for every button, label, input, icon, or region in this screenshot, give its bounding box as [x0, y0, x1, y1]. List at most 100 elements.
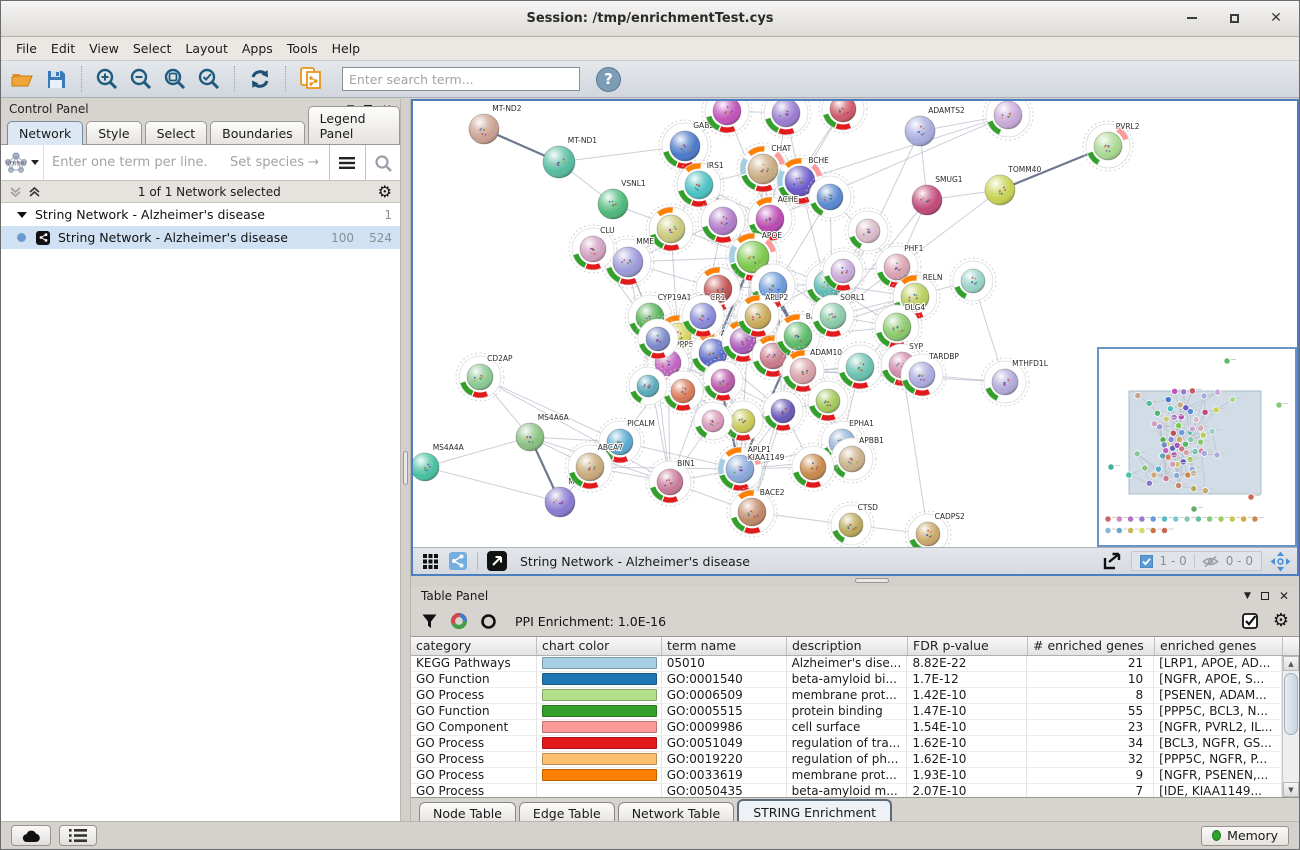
search-input[interactable] [342, 67, 580, 91]
zoom-in-button[interactable] [92, 64, 122, 94]
panel-close-icon[interactable]: ✕ [1279, 589, 1289, 603]
ring-chart-icon[interactable] [480, 613, 497, 630]
network-node[interactable]: SMUG1 [912, 175, 963, 215]
column-header-FDR-p-value[interactable]: FDR p-value [908, 637, 1028, 655]
tab-network[interactable]: Network [7, 121, 83, 145]
string-search-button[interactable] [365, 145, 400, 180]
table-row[interactable]: GO FunctionGO:0001540beta-amyloid bi...1… [411, 672, 1282, 688]
string-protein-query-selector[interactable]: STRING [1, 145, 44, 180]
network-node[interactable]: CTSD [828, 502, 878, 547]
column-header--enriched-genes[interactable]: # enriched genes [1028, 637, 1155, 655]
maximize-button[interactable] [1225, 9, 1243, 27]
hidden-eye-icon[interactable] [1202, 555, 1219, 568]
table-row[interactable]: GO ProcessGO:0019220regulation of ph...1… [411, 752, 1282, 768]
scroll-down-button[interactable]: ▼ [1283, 782, 1299, 797]
expand-all-icon[interactable] [28, 186, 41, 198]
network-node[interactable]: MT-ND2 [469, 104, 522, 144]
network-node[interactable]: APLP1KIAA1149 [715, 444, 785, 494]
minimize-button[interactable] [1183, 9, 1201, 27]
grid-view-button[interactable] [419, 550, 441, 572]
menu-help[interactable]: Help [325, 38, 368, 59]
network-node[interactable]: VSNL1 [598, 179, 646, 219]
network-node[interactable]: MS4A6A [516, 413, 570, 451]
network-node[interactable]: PVRL2 [1083, 121, 1140, 171]
scroll-up-button[interactable]: ▲ [1283, 656, 1299, 671]
network-node[interactable] [983, 101, 1033, 140]
table-row[interactable]: GO ProcessGO:0033619membrane prot...1.93… [411, 768, 1282, 784]
network-collection-row[interactable]: String Network - Alzheimer's disease 1 [1, 203, 400, 226]
column-header-term-name[interactable]: term name [662, 637, 787, 655]
table-row[interactable]: GO ProcessGO:0051049regulation of tra...… [411, 736, 1282, 752]
network-node[interactable] [819, 101, 867, 133]
network-row[interactable]: String Network - Alzheimer's disease 100… [1, 226, 400, 249]
filter-icon[interactable] [421, 613, 438, 629]
birds-eye-view[interactable] [1097, 347, 1297, 547]
network-node[interactable] [845, 208, 891, 254]
network-canvas[interactable]: MT-ND2MT-ND1VSNL1GAB2ADAMTS2PVRL2TOMM40S… [413, 101, 1297, 547]
column-header-category[interactable]: category [411, 637, 537, 655]
tab-boundaries[interactable]: Boundaries [210, 121, 304, 144]
splitter-handle[interactable] [403, 451, 408, 485]
settings-gear-icon[interactable]: ⚙ [1273, 612, 1289, 630]
network-node[interactable]: BIN1 [646, 458, 695, 506]
column-header-enriched-genes[interactable]: enriched genes [1155, 637, 1283, 655]
task-history-button[interactable] [11, 825, 51, 846]
gear-icon[interactable]: ⚙ [378, 184, 392, 200]
table-row[interactable]: GO ProcessGO:0006509membrane prot...1.42… [411, 688, 1282, 704]
network-node[interactable] [691, 399, 735, 443]
selected-checkbox-icon[interactable] [1140, 555, 1153, 568]
help-button[interactable]: ? [596, 67, 621, 92]
zoom-out-button[interactable] [126, 64, 156, 94]
tab-select[interactable]: Select [145, 121, 208, 144]
save-session-button[interactable] [41, 64, 71, 94]
network-node[interactable]: ADAMTS2 [905, 106, 965, 146]
table-row[interactable]: GO ComponentGO:0009986cell surface1.54E-… [411, 720, 1282, 736]
network-node[interactable] [646, 204, 696, 254]
network-node[interactable] [950, 258, 996, 304]
chart-donut-icon[interactable] [450, 612, 468, 630]
memory-button[interactable]: Memory [1201, 826, 1289, 846]
network-node[interactable]: CLU [569, 225, 617, 273]
network-node[interactable]: CD2AP [456, 353, 513, 401]
vertical-splitter[interactable] [400, 99, 411, 823]
export-network-icon[interactable] [1101, 551, 1123, 571]
task-list-button[interactable] [59, 825, 97, 846]
share-view-button[interactable] [447, 550, 469, 572]
tab-style[interactable]: Style [86, 121, 141, 144]
panel-float-icon[interactable] [1261, 592, 1269, 600]
menu-apps[interactable]: Apps [235, 38, 280, 59]
clone-network-button[interactable] [296, 64, 326, 94]
network-node[interactable] [789, 443, 837, 491]
scroll-thumb[interactable] [1284, 673, 1298, 735]
open-session-button[interactable] [7, 64, 37, 94]
vertical-scrollbar[interactable]: ▲ ▼ [1282, 656, 1299, 797]
column-header-chart-color[interactable]: chart color [537, 637, 662, 655]
network-node[interactable]: MTHFD1L [981, 358, 1049, 406]
network-node[interactable] [761, 101, 811, 138]
menu-select[interactable]: Select [126, 38, 179, 59]
fit-selected-button[interactable] [486, 550, 508, 572]
horizontal-splitter[interactable] [411, 576, 1299, 586]
string-options-button[interactable] [329, 145, 364, 180]
network-node[interactable]: TOMM40 [985, 165, 1041, 205]
close-button[interactable]: ✕ [1267, 9, 1285, 27]
tree-expander-icon[interactable] [17, 212, 27, 218]
network-node[interactable]: CADPS2 [905, 511, 965, 547]
network-node[interactable] [835, 342, 885, 392]
refresh-button[interactable] [245, 64, 275, 94]
table-row[interactable]: GO ProcessGO:0050435beta-amyloid m...2.0… [411, 784, 1282, 797]
column-header-description[interactable]: description [787, 637, 908, 655]
menu-tools[interactable]: Tools [280, 38, 325, 59]
table-row[interactable]: GO FunctionGO:0005515protein binding1.47… [411, 704, 1282, 720]
network-node[interactable]: MT-ND1 [543, 136, 597, 178]
network-node[interactable]: BACE2 [727, 487, 785, 537]
panel-menu-icon[interactable]: ▼ [1244, 591, 1251, 601]
menu-edit[interactable]: Edit [44, 38, 82, 59]
tab-legend-panel[interactable]: Legend Panel [308, 106, 400, 144]
zoom-fit-button[interactable] [160, 64, 190, 94]
string-query-input[interactable] [44, 145, 230, 180]
menu-view[interactable]: View [82, 38, 126, 59]
table-row[interactable]: KEGG Pathways05010Alzheimer's dise...8.8… [411, 656, 1282, 672]
collapse-all-icon[interactable] [9, 186, 22, 198]
menu-layout[interactable]: Layout [178, 38, 235, 59]
